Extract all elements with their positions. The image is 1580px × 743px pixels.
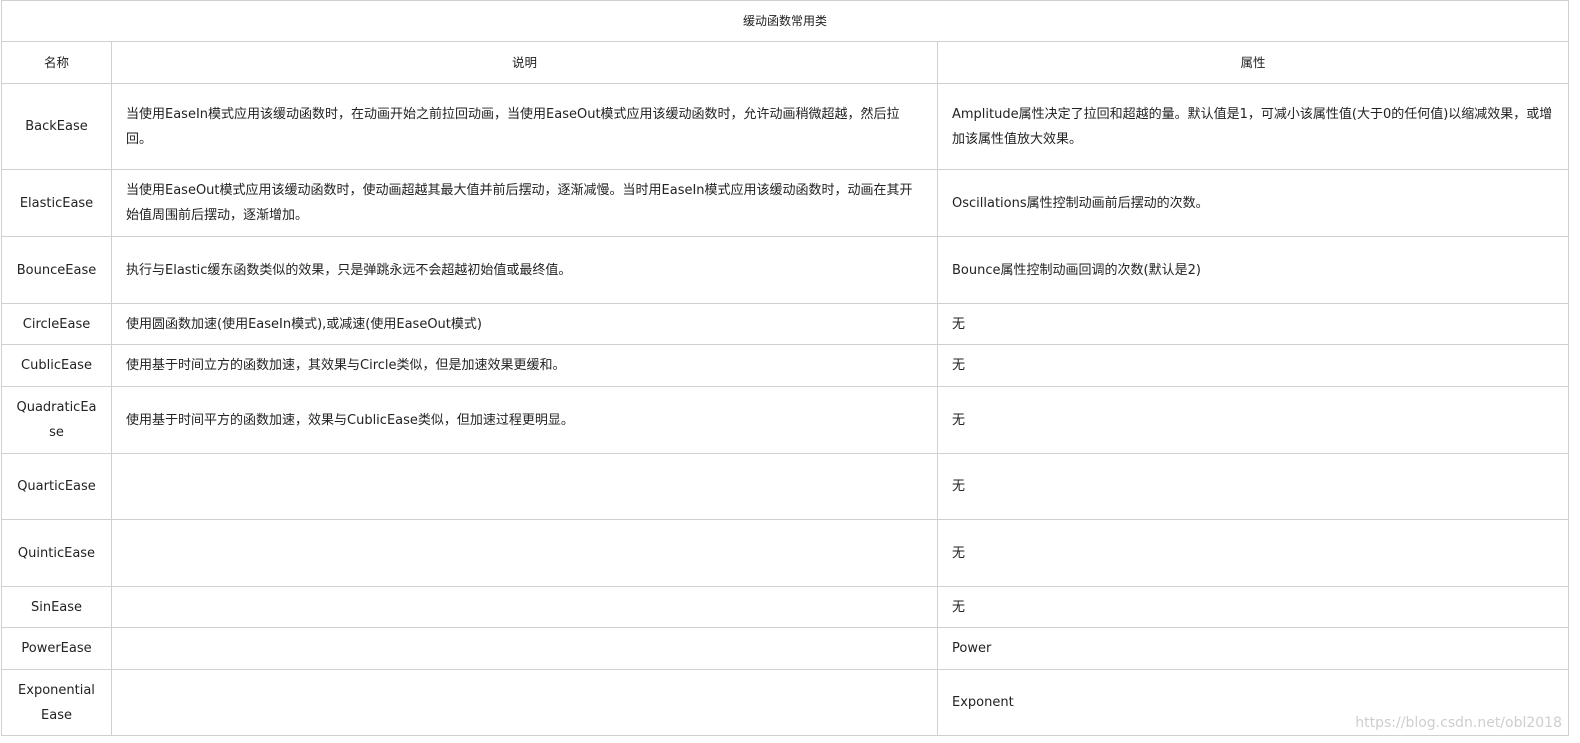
- header-description: 说明: [111, 41, 938, 84]
- cell-name: SinEase: [1, 586, 112, 628]
- cell-description: [111, 453, 938, 520]
- table-row: ExponentialEase Exponent: [1, 669, 1569, 736]
- cell-name: BounceEase: [1, 236, 112, 304]
- table-row: QuarticEase 无: [1, 453, 1569, 520]
- table-row: SinEase 无: [1, 586, 1569, 628]
- cell-description: 使用基于时间平方的函数加速，效果与CublicEase类似，但加速过程更明显。: [111, 386, 938, 454]
- cell-property: Bounce属性控制动画回调的次数(默认是2): [937, 236, 1569, 304]
- table-row: ElasticEase 当使用EaseOut模式应用该缓动函数时，使动画超越其最…: [1, 169, 1569, 237]
- table-row: CublicEase 使用基于时间立方的函数加速，其效果与Circle类似，但是…: [1, 344, 1569, 387]
- cell-name: BackEase: [1, 83, 112, 170]
- cell-property: 无: [937, 386, 1569, 454]
- header-property: 属性: [937, 41, 1569, 84]
- cell-name: QuadraticEase: [1, 386, 112, 454]
- cell-name: ExponentialEase: [1, 669, 112, 736]
- table-row: QuadraticEase 使用基于时间平方的函数加速，效果与CublicEas…: [1, 386, 1569, 454]
- cell-property: Amplitude属性决定了拉回和超越的量。默认值是1，可减小该属性值(大于0的…: [937, 83, 1569, 170]
- cell-name: QuarticEase: [1, 453, 112, 520]
- cell-name: CircleEase: [1, 303, 112, 345]
- table-row: CircleEase 使用圆函数加速(使用EaseIn模式),或减速(使用Eas…: [1, 303, 1569, 345]
- header-name: 名称: [1, 41, 112, 84]
- cell-description: 当使用EaseOut模式应用该缓动函数时，使动画超越其最大值并前后摆动，逐渐减慢…: [111, 169, 938, 237]
- cell-property: 无: [937, 519, 1569, 587]
- cell-property: Oscillations属性控制动画前后摆动的次数。: [937, 169, 1569, 237]
- ease-functions-table: 缓动函数常用类 名称 说明 属性 BackEase 当使用EaseIn模式应用该…: [1, 0, 1569, 736]
- cell-description: [111, 519, 938, 587]
- cell-description: [111, 669, 938, 736]
- table-row: BounceEase 执行与Elastic缓东函数类似的效果，只是弹跳永远不会超…: [1, 236, 1569, 304]
- table-row: BackEase 当使用EaseIn模式应用该缓动函数时，在动画开始之前拉回动画…: [1, 83, 1569, 170]
- cell-property: 无: [937, 344, 1569, 387]
- cell-property: 无: [937, 586, 1569, 628]
- header-row: 名称 说明 属性: [1, 41, 1569, 84]
- cell-description: 使用圆函数加速(使用EaseIn模式),或减速(使用EaseOut模式): [111, 303, 938, 345]
- table-row: QuinticEase 无: [1, 519, 1569, 587]
- cell-description: 当使用EaseIn模式应用该缓动函数时，在动画开始之前拉回动画，当使用EaseO…: [111, 83, 938, 170]
- cell-name: ElasticEase: [1, 169, 112, 237]
- cell-property: 无: [937, 453, 1569, 520]
- table-caption: 缓动函数常用类: [1, 0, 1569, 42]
- cell-name: PowerEase: [1, 627, 112, 670]
- cell-property: Exponent: [937, 669, 1569, 736]
- cell-description: 使用基于时间立方的函数加速，其效果与Circle类似，但是加速效果更缓和。: [111, 344, 938, 387]
- cell-description: 执行与Elastic缓东函数类似的效果，只是弹跳永远不会超越初始值或最终值。: [111, 236, 938, 304]
- cell-description: [111, 586, 938, 628]
- cell-name: QuinticEase: [1, 519, 112, 587]
- cell-name: CublicEase: [1, 344, 112, 387]
- table-row: PowerEase Power: [1, 627, 1569, 670]
- cell-property: Power: [937, 627, 1569, 670]
- cell-property: 无: [937, 303, 1569, 345]
- cell-description: [111, 627, 938, 670]
- caption-row: 缓动函数常用类: [1, 0, 1569, 42]
